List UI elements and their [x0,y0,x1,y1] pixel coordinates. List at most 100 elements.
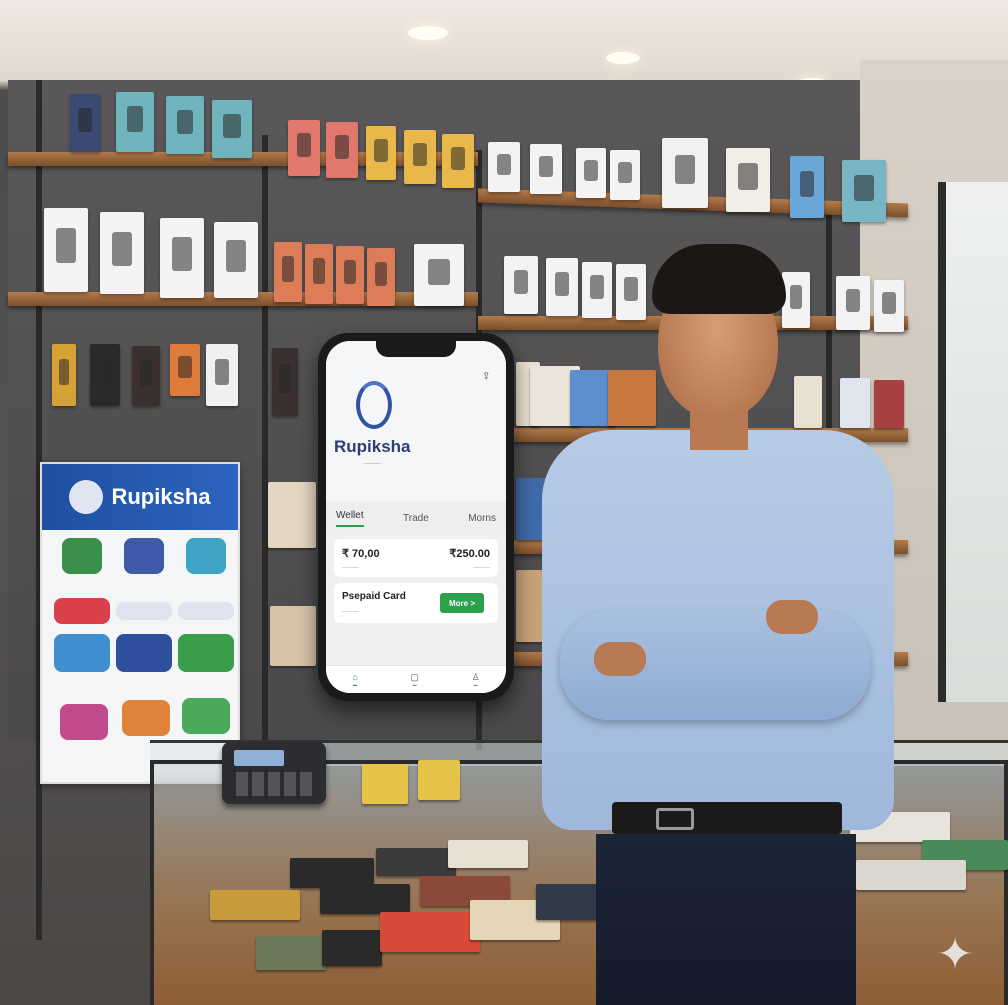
poster-brand: Rupiksha [111,484,211,509]
app-icon [182,698,230,734]
tagline: ______ [364,459,381,465]
more-button[interactable]: More > [440,593,484,613]
product-box [404,130,436,184]
hair [652,244,786,314]
tab-morns[interactable]: Morns [468,513,496,524]
shopkeeper [530,240,910,1005]
book [210,890,300,920]
share-icon[interactable]: ⇪ [482,371,490,382]
ceiling-light [408,26,448,40]
card-title: Psepaid Card [342,591,406,602]
belt-buckle [656,808,694,830]
poster-header: Rupiksha [42,464,238,530]
headphone-box [726,148,770,212]
product-box [326,122,358,178]
prepaid-card-row[interactable]: Psepaid Card ______ More > [334,583,498,623]
book [320,884,410,914]
phone-mockup: Rupiksha ______ ⇪ Wellet Trade Morns ₹ 7… [318,333,514,701]
store-scene: Rupiksha Rupiksha ______ ⇪ Wellet Trade … [0,0,1008,1005]
product-box [116,92,154,152]
product-box [274,242,302,302]
balance-amount: ₹ 70,00 [342,548,380,560]
product-box [442,134,474,188]
book [322,930,382,966]
book [376,848,456,876]
product-box [418,760,460,800]
product-box [366,126,396,180]
accessory-pack [52,344,76,406]
app-icon [62,538,102,574]
accessory-pack [170,344,200,396]
product-box [362,764,408,804]
product-box [166,96,204,154]
tab-trade[interactable]: Trade [403,513,429,524]
product-box [414,244,464,306]
app-header: Rupiksha ______ ⇪ [326,341,506,501]
phone-box [100,212,144,294]
product-box [212,100,252,158]
card-list: ₹ 70,00 ______ ₹250.00 ______ Psepaid Ca… [326,535,506,665]
accessory-pack [132,346,160,406]
hand [766,600,818,634]
app-icon [122,700,170,736]
hand [594,642,646,676]
ceiling-light [606,52,640,64]
nav-home[interactable]: ⌂ ▬ [352,672,357,687]
terminal-screen [234,750,284,766]
app-icon [54,634,110,672]
product-box [70,94,100,152]
brand-poster: Rupiksha [40,462,240,784]
trousers [596,834,856,1005]
bottom-nav: ⌂ ▬ ▢ ▬ ♙ ▬ [326,665,506,693]
belt [612,802,842,834]
book [270,606,316,666]
headphone-box [662,138,708,208]
balance-amount: ₹250.00 [449,548,490,560]
book [448,840,528,868]
ceiling [0,0,1008,89]
app-icon [178,602,234,620]
product-box [530,144,562,194]
phone-box [214,222,258,298]
nav-documents[interactable]: ▢ ▬ [410,672,419,687]
app-icon [178,634,234,672]
window [938,182,1008,702]
shelf-post [262,135,268,740]
phone-screen: Rupiksha ______ ⇪ Wellet Trade Morns ₹ 7… [326,341,506,693]
book [268,482,316,548]
app-icon [124,538,164,574]
accessory-pack [272,348,298,416]
nav-label: ▬ [412,682,417,687]
product-box [488,142,520,192]
product-box [305,244,333,304]
book [256,936,326,970]
product-box [610,150,640,200]
balance-caption: ______ [473,563,490,569]
card-terminal [222,742,326,804]
product-box [336,246,364,304]
app-name: Rupiksha [334,437,411,456]
balance-caption: ______ [342,563,359,569]
nav-label: ▬ [353,682,358,687]
product-box [842,160,886,222]
accessory-pack [90,344,120,406]
app-icon [116,602,172,620]
balance-card[interactable]: ₹ 70,00 ______ ₹250.00 ______ [334,539,498,577]
brand-logo-icon [69,480,104,514]
terminal-keypad [236,772,314,796]
home-icon: ⌂ [352,672,358,682]
phone-box [160,218,204,298]
tab-bar: Wellet Trade Morns [326,501,506,535]
tab-wellet[interactable]: Wellet [336,510,364,527]
document-icon: ▢ [410,672,419,682]
product-box [576,148,606,198]
product-box [790,156,824,218]
product-box [288,120,320,176]
profile-icon: ♙ [471,672,480,682]
card-caption: ______ [342,607,359,613]
app-icon [54,598,110,624]
nav-profile[interactable]: ♙ ▬ [472,672,480,687]
app-logo-icon [356,381,392,429]
accessory-pack [206,344,238,406]
app-icon [116,634,172,672]
